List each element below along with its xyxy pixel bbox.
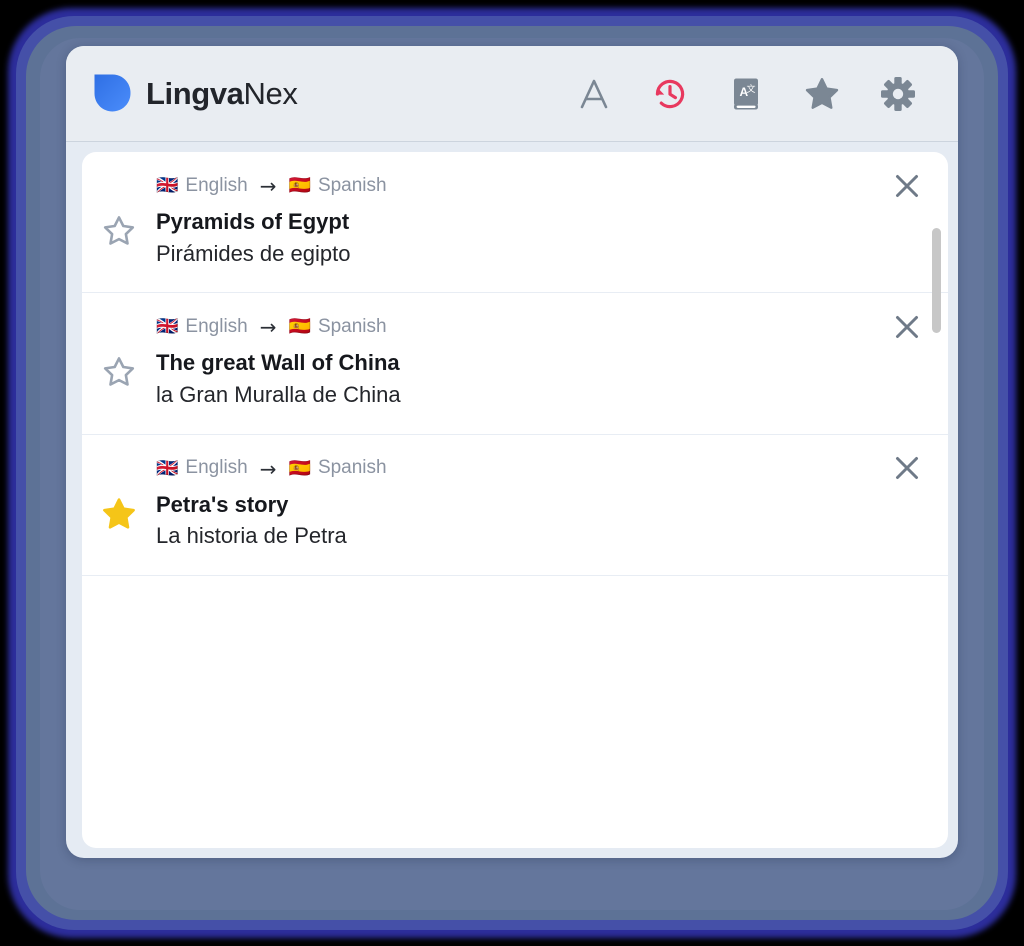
app-title: LingvaNex: [146, 75, 298, 112]
delete-entry-button[interactable]: [890, 311, 924, 345]
gear-icon: [880, 76, 916, 112]
source-text: Pyramids of Egypt: [156, 209, 350, 234]
language-pair: 🇬🇧 English → 🇪🇸 Spanish: [156, 174, 878, 198]
source-flag-icon: 🇬🇧: [156, 457, 179, 479]
arrow-right-icon: →: [259, 456, 277, 481]
app-toolbar: A 文: [572, 72, 928, 116]
settings-button[interactable]: [876, 72, 920, 116]
app-titlebar: LingvaNex A 文: [66, 46, 958, 142]
close-x-icon: [894, 455, 920, 484]
history-row[interactable]: 🇬🇧 English → 🇪🇸 Spanish Pyramids of Egypt Pirá…: [82, 152, 948, 294]
history-button[interactable]: [648, 72, 692, 116]
target-language-label: Spanish: [317, 174, 387, 196]
target-language-label: Spanish: [317, 457, 387, 479]
favorite-star-filled-button[interactable]: [82, 457, 156, 530]
source-text: The great Wall of China: [156, 350, 400, 376]
dictionary-book-icon: A 文: [731, 77, 761, 111]
scrollbar-thumb[interactable]: [932, 228, 941, 333]
history-row-body: 🇬🇧 English → 🇪🇸 Spanish Pyramids of Egypt Pirá…: [156, 174, 948, 268]
history-row-body: 🇬🇧 English → 🇪🇸 Spanish The great Wall of Chi…: [156, 315, 948, 409]
favorites-button[interactable]: [800, 72, 844, 116]
source-flag-icon: 🇬🇧: [156, 175, 179, 196]
delete-entry-button[interactable]: [890, 453, 924, 487]
content-area: 🇬🇧 English → 🇪🇸 Spanish Pyramids of Egypt Pirá…: [66, 142, 958, 858]
language-pair: 🇬🇧 English → 🇪🇸 Spanish: [156, 315, 878, 339]
svg-text:文: 文: [747, 83, 756, 95]
favorite-star-outline-button[interactable]: [82, 174, 156, 247]
translated-text: La historia de Petra: [156, 523, 347, 549]
target-flag-icon: 🇪🇸: [288, 457, 311, 479]
favorite-star-outline-button[interactable]: [82, 315, 156, 388]
translated-text: Pirámides de egipto: [156, 240, 351, 266]
star-filled-icon: [805, 77, 839, 110]
source-text: Petra's story: [156, 491, 289, 517]
close-x-icon: [894, 314, 920, 343]
vertical-scrollbar[interactable]: [932, 160, 941, 840]
source-language-label: English: [185, 174, 248, 196]
dictionary-button[interactable]: A 文: [724, 72, 768, 116]
letter-a-icon: [579, 78, 609, 110]
screen-backdrop: LingvaNex A 文 🇬🇧 English → 🇪🇸 Spanish Py…: [0, 0, 1024, 946]
language-pair: 🇬🇧 English → 🇪🇸 Spanish: [156, 457, 878, 481]
source-language-label: English: [185, 457, 248, 479]
source-language-label: English: [185, 315, 248, 337]
brand-light-part: Nex: [243, 75, 298, 111]
app-brand: LingvaNex: [92, 73, 298, 114]
delete-entry-button[interactable]: [890, 170, 924, 204]
translate-text-button[interactable]: [572, 72, 616, 116]
brand-bold-part: Lingva: [146, 75, 244, 111]
arrow-right-icon: →: [259, 315, 277, 340]
history-row-body: 🇬🇧 English → 🇪🇸 Spanish Petra's story La histo…: [156, 457, 948, 551]
target-flag-icon: 🇪🇸: [288, 316, 311, 338]
history-list[interactable]: 🇬🇧 English → 🇪🇸 Spanish Pyramids of Egypt Pirá…: [82, 152, 948, 848]
history-clock-icon: [652, 76, 688, 112]
target-language-label: Spanish: [317, 315, 387, 337]
history-row[interactable]: 🇬🇧 English → 🇪🇸 Spanish The great Wall of Chi…: [82, 293, 948, 435]
translated-text: la Gran Muralla de China: [156, 382, 401, 408]
arrow-right-icon: →: [259, 174, 277, 198]
lingvanex-app-window: LingvaNex A 文 🇬🇧 English → 🇪🇸 Spanish Py…: [66, 46, 958, 858]
lingvanex-bubble-logo-icon: [92, 73, 133, 114]
target-flag-icon: 🇪🇸: [288, 175, 311, 196]
history-list-card: 🇬🇧 English → 🇪🇸 Spanish Pyramids of Egypt Pirá…: [82, 152, 948, 848]
close-x-icon: [894, 173, 920, 202]
history-row[interactable]: 🇬🇧 English → 🇪🇸 Spanish Petra's story La histo…: [82, 435, 948, 577]
source-flag-icon: 🇬🇧: [156, 316, 179, 338]
